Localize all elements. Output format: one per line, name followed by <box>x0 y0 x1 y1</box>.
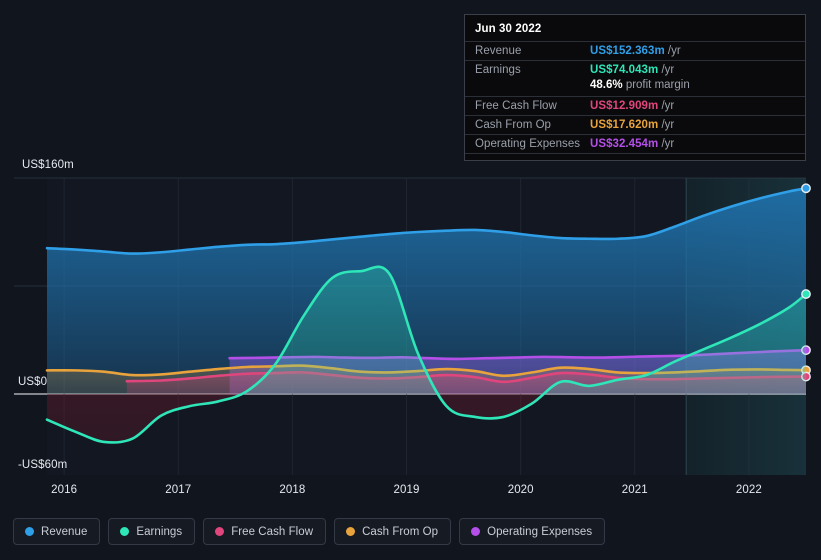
legend-color-dot <box>215 527 225 536</box>
tooltip-row-label: Revenue <box>475 45 522 57</box>
y-axis-label-bottom: -US$60m <box>18 459 68 471</box>
legend-item-earnings[interactable]: Earnings <box>108 518 196 545</box>
legend-color-dot <box>346 527 356 536</box>
tooltip-row-value: US$12.909m <box>590 100 659 112</box>
tooltip-row-unit: /yr <box>661 64 675 76</box>
endpoint-marker <box>801 289 811 299</box>
x-axis-tick-2019: 2019 <box>393 484 420 496</box>
tooltip-row-cash-from-op: Cash From Op US$17.620m /yr <box>465 115 805 134</box>
y-axis-label-top: US$160m <box>22 159 74 171</box>
tooltip-row-profit-margin: 48.6% profit margin <box>465 79 805 96</box>
legend-color-dot <box>25 527 34 536</box>
legend-item-label: Operating Expenses <box>487 525 593 538</box>
legend-item-label: Revenue <box>41 525 88 538</box>
tooltip-row-value-wrap: US$74.043m /yr <box>590 64 674 76</box>
legend-item-label: Cash From Op <box>362 525 439 538</box>
tooltip-row-revenue: Revenue US$152.363m /yr <box>465 41 805 60</box>
chart-legend: Revenue Earnings Free Cash Flow Cash From O… <box>13 518 606 545</box>
tooltip-footer-divider <box>465 153 805 160</box>
legend-color-dot <box>120 527 130 536</box>
tooltip-row-label: Cash From Op <box>475 119 552 131</box>
x-axis-tick-2016: 2016 <box>51 484 78 496</box>
legend-item-label: Free Cash Flow <box>231 525 314 538</box>
data-tooltip: Jun 30 2022 Revenue US$152.363m /yr Earnin… <box>464 14 806 161</box>
tooltip-row-value: US$152.363m <box>590 45 665 57</box>
tooltip-row-operating-expenses: Operating Expenses US$32.454m /yr <box>465 134 805 153</box>
tooltip-row-unit: /yr <box>661 100 675 112</box>
tooltip-row-value: US$74.043m <box>590 64 659 76</box>
tooltip-row-earnings: Earnings US$74.043m /yr <box>465 60 805 79</box>
x-axis-tick-2022: 2022 <box>735 484 762 496</box>
tooltip-row-value-wrap: US$12.909m /yr <box>590 100 674 112</box>
tooltip-row-value: US$17.620m <box>590 119 659 131</box>
tooltip-row-value-wrap: US$32.454m /yr <box>590 138 674 150</box>
tooltip-row-value-wrap: 48.6% profit margin <box>590 79 690 91</box>
legend-item-label: Earnings <box>136 525 183 538</box>
tooltip-row-value: 48.6% <box>590 79 623 91</box>
legend-item-operating-expenses[interactable]: Operating Expenses <box>459 518 606 545</box>
tooltip-row-label: Operating Expenses <box>475 138 581 150</box>
tooltip-row-unit: /yr <box>667 45 681 57</box>
tooltip-rows: Revenue US$152.363m /yr Earnings US$74.043m… <box>465 41 805 153</box>
plot-area[interactable] <box>0 170 821 480</box>
tooltip-row-free-cash-flow: Free Cash Flow US$12.909m /yr <box>465 96 805 115</box>
tooltip-date: Jun 30 2022 <box>475 23 542 35</box>
x-axis-tick-2018: 2018 <box>279 484 306 496</box>
y-axis-label-zero: US$0 <box>18 376 48 388</box>
tooltip-row-value: US$32.454m <box>590 138 659 150</box>
tooltip-row-label: Free Cash Flow <box>475 100 557 112</box>
chart-canvas <box>14 177 811 475</box>
legend-item-cash-from-op[interactable]: Cash From Op <box>334 518 452 545</box>
legend-color-dot <box>471 527 481 536</box>
tooltip-row-unit: profit margin <box>625 79 690 91</box>
x-axis-tick-2020: 2020 <box>507 484 534 496</box>
legend-item-revenue[interactable]: Revenue <box>13 518 101 545</box>
legend-item-free-cash-flow[interactable]: Free Cash Flow <box>203 518 327 545</box>
tooltip-row-label: Earnings <box>475 64 521 76</box>
endpoint-marker <box>801 183 811 194</box>
tooltip-row-value-wrap: US$152.363m /yr <box>590 45 681 57</box>
tooltip-row-unit: /yr <box>661 119 675 131</box>
x-axis: 2016 2017 2018 2019 2020 2021 2022 <box>0 484 821 502</box>
tooltip-row-unit: /yr <box>661 138 675 150</box>
financial-chart: US$160m US$0 -US$60m 2016 2017 2018 2019 202… <box>0 0 821 560</box>
x-axis-tick-2017: 2017 <box>165 484 192 496</box>
tooltip-row-value-wrap: US$17.620m /yr <box>590 119 674 131</box>
x-axis-tick-2021: 2021 <box>621 484 648 496</box>
